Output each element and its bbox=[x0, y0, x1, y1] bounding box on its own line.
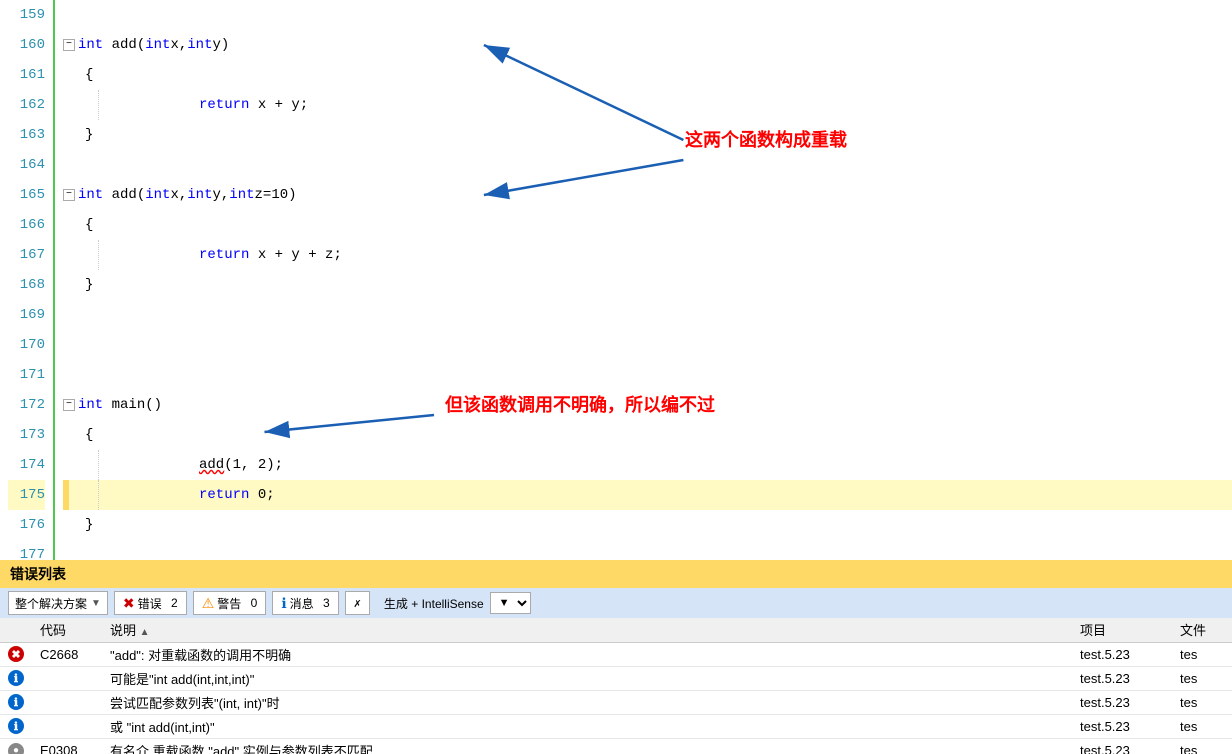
code-line-159 bbox=[63, 0, 1232, 30]
code-line-163: } bbox=[63, 120, 1232, 150]
code-line-168: } bbox=[63, 270, 1232, 300]
table-row[interactable]: ℹ 可能是"int add(int,int,int)" test.5.23 te… bbox=[0, 666, 1232, 690]
info-row-icon: ℹ bbox=[8, 694, 24, 710]
info-row-icon: ℹ bbox=[8, 670, 24, 686]
col-header-file[interactable]: 文件 bbox=[1172, 618, 1232, 642]
code-line-169 bbox=[63, 300, 1232, 330]
editor-area: 159 160 161 162 163 164 165 166 167 168 … bbox=[0, 0, 1232, 560]
code-line-162: return x + y; bbox=[63, 90, 1232, 120]
error-toolbar: 整个解决方案 ▼ ✖ 错误 2 ⚠ 警告 0 ℹ 消息 3 ✗ 生成 bbox=[0, 588, 1232, 618]
info2-row-icon: ● bbox=[8, 743, 24, 754]
col-header-spacer bbox=[1042, 618, 1072, 642]
code-line-164 bbox=[63, 150, 1232, 180]
annotation-ambiguous: 但该函数调用不明确，所以编不过 bbox=[445, 390, 715, 420]
code-line-166: { bbox=[63, 210, 1232, 240]
collapse-btn-172[interactable]: − bbox=[63, 399, 75, 411]
code-line-161: { bbox=[63, 60, 1232, 90]
collapse-btn-165[interactable]: − bbox=[63, 189, 75, 201]
code-line-171 bbox=[63, 360, 1232, 390]
build-dropdown[interactable]: ▼ bbox=[490, 592, 531, 614]
code-line-175: return 0; bbox=[63, 480, 1232, 510]
warn-count-badge[interactable]: ⚠ 警告 0 bbox=[193, 591, 267, 615]
code-line-177 bbox=[63, 540, 1232, 560]
error-count-badge[interactable]: ✖ 错误 2 bbox=[114, 591, 187, 615]
warn-icon: ⚠ bbox=[202, 595, 215, 612]
info-icon: ℹ bbox=[281, 595, 286, 612]
info-count-badge[interactable]: ℹ 消息 3 bbox=[272, 591, 338, 615]
line-numbers: 159 160 161 162 163 164 165 166 167 168 … bbox=[0, 0, 55, 560]
code-line-174: add(1, 2); bbox=[63, 450, 1232, 480]
col-header-desc[interactable]: 说明 ▲ bbox=[102, 618, 1042, 642]
warning-gutter bbox=[63, 480, 69, 510]
code-line-170 bbox=[63, 330, 1232, 360]
code-line-173: { bbox=[63, 420, 1232, 450]
code-line-160: − int add(int x, int y) bbox=[63, 30, 1232, 60]
collapse-btn-160[interactable]: − bbox=[63, 39, 75, 51]
col-header-project[interactable]: 项目 bbox=[1072, 618, 1172, 642]
info-row-icon: ℹ bbox=[8, 718, 24, 734]
table-row[interactable]: ℹ 尝试匹配参数列表"(int, int)"时 test.5.23 tes bbox=[0, 690, 1232, 714]
error-row-icon: ✖ bbox=[8, 646, 24, 662]
error-icon: ✖ bbox=[123, 595, 135, 612]
code-line-167: return x + y + z; bbox=[63, 240, 1232, 270]
error-table: 代码 说明 ▲ 项目 文件 bbox=[0, 618, 1232, 754]
error-panel-title: 错误列表 bbox=[0, 560, 1232, 588]
col-header-code[interactable]: 代码 bbox=[32, 618, 102, 642]
table-row[interactable]: ● E0308 有名介 重载函数 "add" 实例与参数列表不匹配 test.5… bbox=[0, 738, 1232, 754]
error-panel: 错误列表 整个解决方案 ▼ ✖ 错误 2 ⚠ 警告 0 ℹ 消息 3 bbox=[0, 560, 1232, 754]
table-row[interactable]: ℹ 或 "int add(int,int)" test.5.23 tes bbox=[0, 714, 1232, 738]
scope-dropdown[interactable]: 整个解决方案 ▼ bbox=[8, 591, 108, 615]
build-label: 生成 + IntelliSense bbox=[384, 595, 484, 612]
scope-dropdown-arrow: ▼ bbox=[91, 598, 101, 609]
error-table-container: 代码 说明 ▲ 项目 文件 bbox=[0, 618, 1232, 754]
filter-button[interactable]: ✗ bbox=[345, 591, 370, 615]
code-content[interactable]: − int add(int x, int y) { return x + y; bbox=[55, 0, 1232, 560]
col-header-icon bbox=[0, 618, 32, 642]
table-row[interactable]: ✖ C2668 "add": 对重载函数的调用不明确 test.5.23 tes bbox=[0, 642, 1232, 666]
annotation-overload: 这两个函数构成重载 bbox=[685, 125, 847, 155]
code-line-165: − int add(int x, int y, int z=10) bbox=[63, 180, 1232, 210]
code-line-176: } bbox=[63, 510, 1232, 540]
